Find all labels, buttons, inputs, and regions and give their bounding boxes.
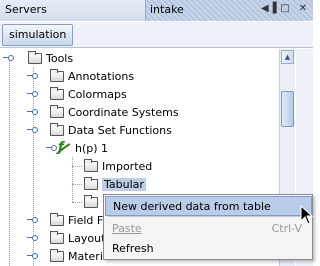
collapsed-node-icon[interactable]	[27, 234, 38, 243]
tree-item-annotations[interactable]: Annotations	[27, 67, 134, 85]
tree-item-label: Imported	[102, 159, 153, 173]
close-icon[interactable]: ✕	[297, 3, 309, 14]
menu-item-label: Refresh	[112, 241, 154, 255]
tab-servers-label: Servers	[5, 3, 47, 16]
folder-icon	[50, 68, 64, 82]
folder-icon	[50, 122, 64, 136]
tree-item-label: Annotations	[68, 69, 135, 83]
menu-item-label: Paste	[112, 221, 142, 235]
folder-icon	[84, 176, 98, 190]
folder-icon	[84, 158, 98, 172]
collapsed-node-icon[interactable]	[27, 90, 38, 99]
folder-icon	[50, 212, 64, 226]
menu-item-new-derived-data[interactable]: New derived data from table	[105, 196, 312, 216]
folder-icon	[28, 50, 42, 64]
tree-guide-line	[72, 202, 82, 203]
tab-intake-label: intake	[150, 3, 184, 16]
tree-guide-line	[9, 58, 10, 266]
function-icon	[57, 140, 71, 155]
expand-node-icon[interactable]	[27, 126, 38, 135]
tree-item-tools[interactable]: Tools	[3, 49, 73, 67]
tree-item-colormaps[interactable]: Colormaps	[27, 85, 127, 103]
collapsed-node-icon[interactable]	[27, 216, 38, 225]
menu-separator	[108, 216, 308, 217]
folder-icon	[50, 104, 64, 118]
folder-icon	[50, 86, 64, 100]
scrollbar-thumb[interactable]	[281, 91, 294, 127]
tree-item-label: Coordinate Systems	[68, 105, 179, 119]
folder-icon	[50, 230, 64, 244]
tree-guide-line	[72, 184, 82, 185]
simulation-tab[interactable]: simulation	[2, 24, 74, 46]
context-menu: New derived data from table Paste Ctrl-V…	[103, 194, 313, 260]
tree-item-field-functions[interactable]: Field Fu	[27, 211, 110, 229]
tree-item-hp1[interactable]: h(p) 1	[46, 139, 108, 157]
collapsed-node-icon[interactable]	[27, 252, 38, 261]
tree-item-hidden-folder[interactable]	[84, 193, 98, 211]
tab-servers[interactable]: Servers	[0, 0, 146, 21]
tree-guide-line	[72, 166, 82, 167]
menu-item-shortcut: Ctrl-V	[271, 221, 302, 235]
tree-item-label: h(p) 1	[75, 141, 109, 155]
expand-node-icon[interactable]	[3, 54, 14, 63]
tree-item-label: Tools	[46, 51, 74, 65]
menu-item-paste[interactable]: Paste Ctrl-V	[105, 218, 312, 238]
tree-item-data-set-functions[interactable]: Data Set Functions	[27, 121, 172, 139]
tree-item-tabular[interactable]: Tabular	[84, 175, 146, 193]
scroll-up-icon[interactable]: ▲	[281, 50, 294, 64]
folder-icon	[84, 194, 98, 208]
tree-item-coordinate-systems[interactable]: Coordinate Systems	[27, 103, 179, 121]
tree-item-label: Tabular	[102, 177, 146, 191]
tree-item-imported[interactable]: Imported	[84, 157, 152, 175]
collapsed-node-icon[interactable]	[27, 72, 38, 81]
tree-item-layouts[interactable]: Layouts	[27, 229, 111, 247]
folder-icon	[50, 248, 64, 262]
mouse-cursor-icon	[300, 205, 314, 225]
menu-item-refresh[interactable]: Refresh	[105, 238, 312, 258]
window-titlebar: Servers intake ◀▐ □ ✕	[0, 0, 313, 21]
toolbar: simulation	[0, 22, 313, 48]
tree-item-label: Data Set Functions	[68, 123, 172, 137]
minimize-restore-icon[interactable]: ◀▐	[261, 3, 276, 14]
maximize-icon[interactable]: □	[279, 3, 291, 14]
menu-item-label: New derived data from table	[113, 199, 271, 213]
tab-intake[interactable]: intake ◀▐ □ ✕	[146, 0, 313, 21]
tree-item-label: Colormaps	[68, 87, 127, 101]
expand-node-icon[interactable]	[46, 144, 57, 153]
window-controls: ◀▐ □ ✕	[261, 3, 309, 14]
simulation-tab-label: simulation	[9, 28, 67, 41]
collapsed-node-icon[interactable]	[27, 108, 38, 117]
tree-guide-line	[72, 157, 73, 202]
